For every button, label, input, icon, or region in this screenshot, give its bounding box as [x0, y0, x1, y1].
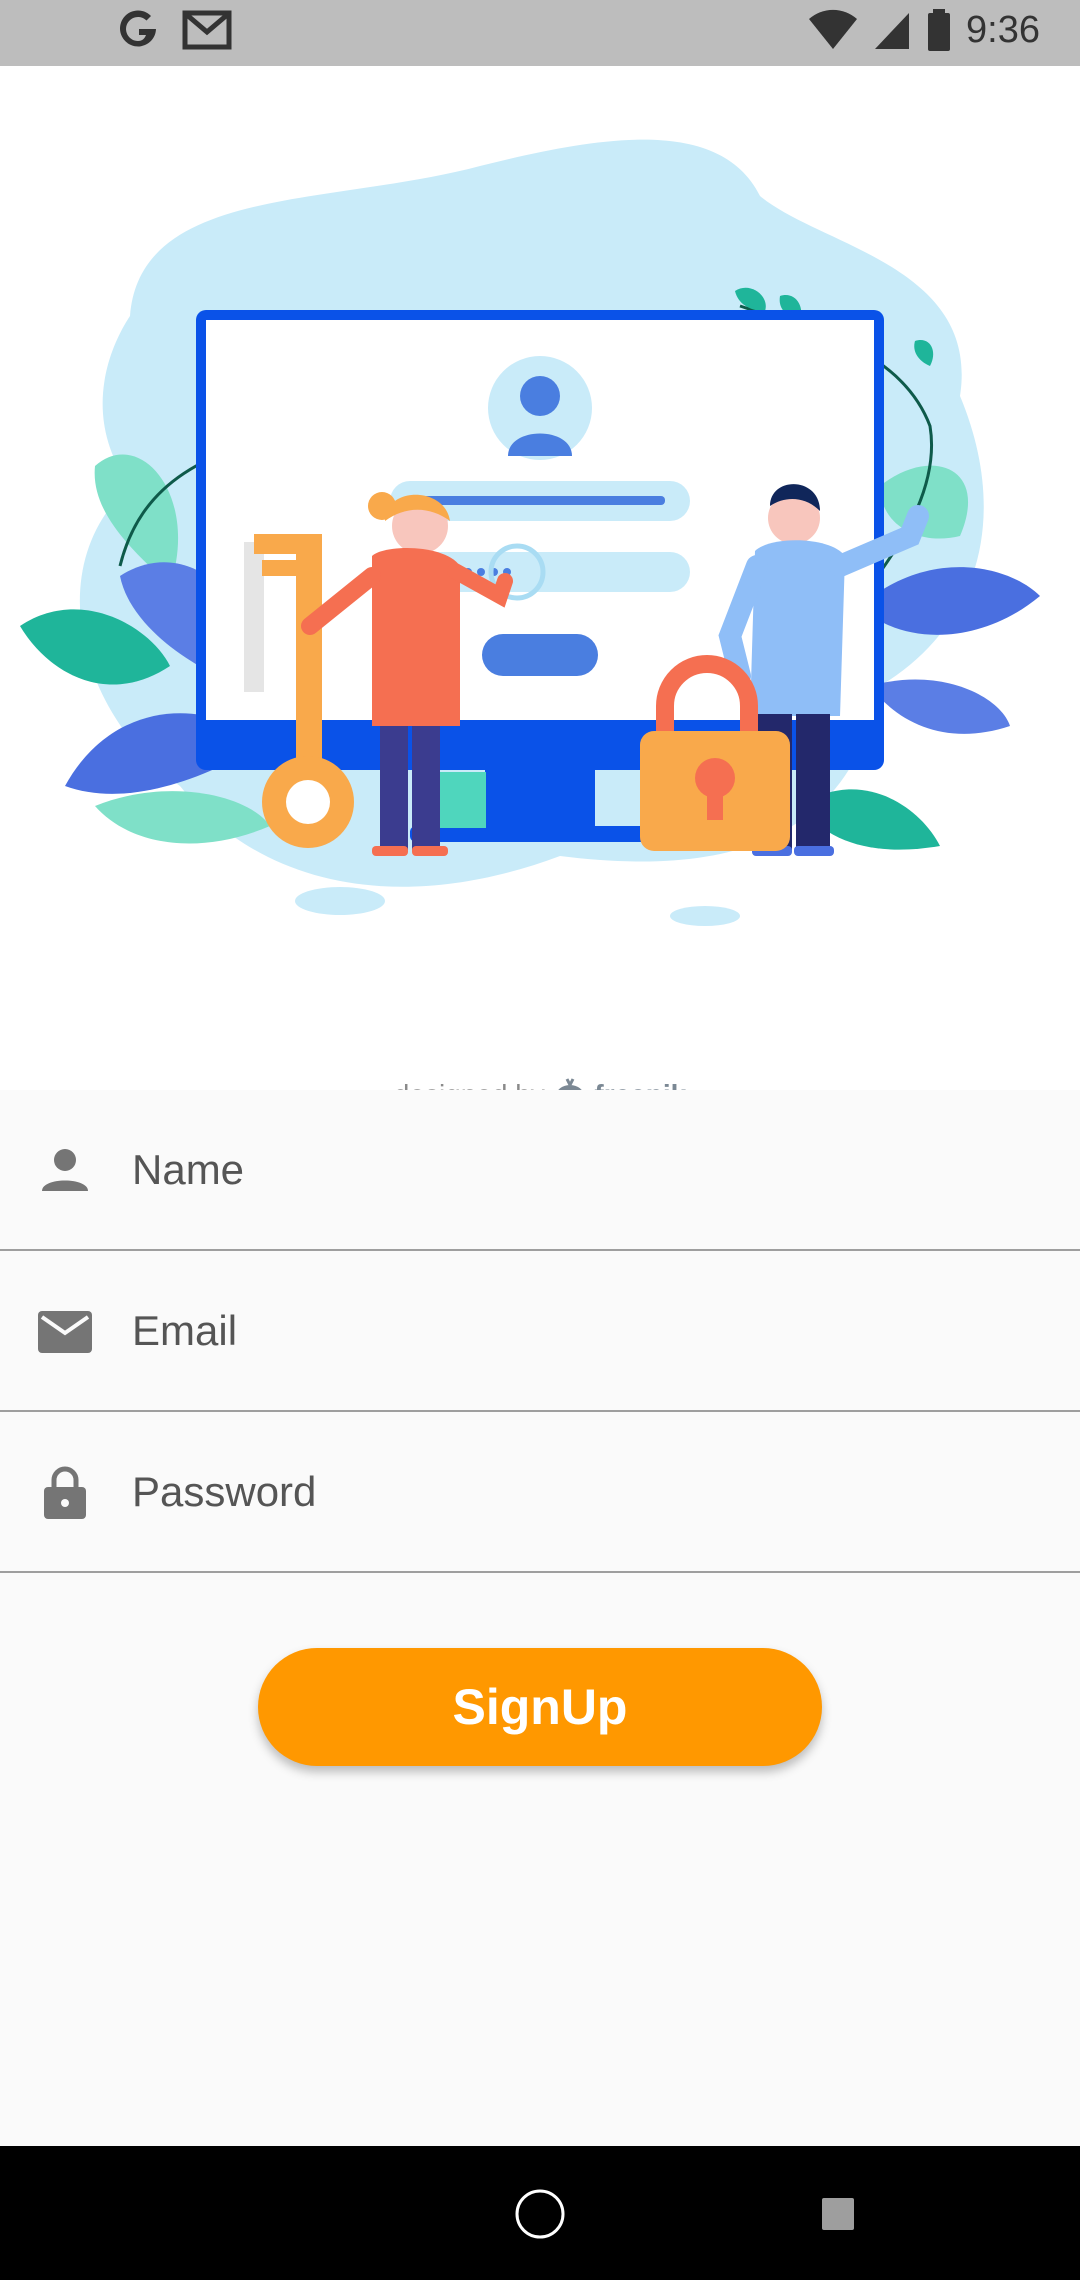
password-field[interactable]: Password — [0, 1412, 1080, 1573]
home-button[interactable] — [514, 2188, 566, 2240]
navigation-bar — [0, 2146, 1080, 2280]
google-g-icon — [120, 10, 156, 47]
hero-section: designed by freepik — [0, 66, 1080, 1110]
login-illustration — [20, 139, 1040, 926]
person-icon — [42, 1148, 88, 1191]
battery-icon — [928, 9, 951, 51]
email-field[interactable]: Email — [0, 1251, 1080, 1412]
status-bar: 9:36 — [0, 0, 1080, 66]
clock-time: 9:36 — [966, 8, 1040, 51]
mail-icon — [38, 1310, 92, 1353]
signup-button[interactable]: SignUp — [258, 1648, 822, 1766]
lock-icon — [44, 1466, 86, 1519]
gmail-icon — [182, 10, 232, 50]
password-placeholder: Password — [132, 1467, 317, 1515]
wifi-icon — [809, 9, 858, 50]
email-placeholder: Email — [132, 1306, 238, 1354]
name-field[interactable]: Name — [0, 1090, 1080, 1251]
signal-icon — [875, 13, 910, 49]
recents-button[interactable] — [820, 2196, 856, 2232]
signup-form: Name Email Password — [0, 1090, 1080, 1573]
name-placeholder: Name — [132, 1145, 245, 1193]
